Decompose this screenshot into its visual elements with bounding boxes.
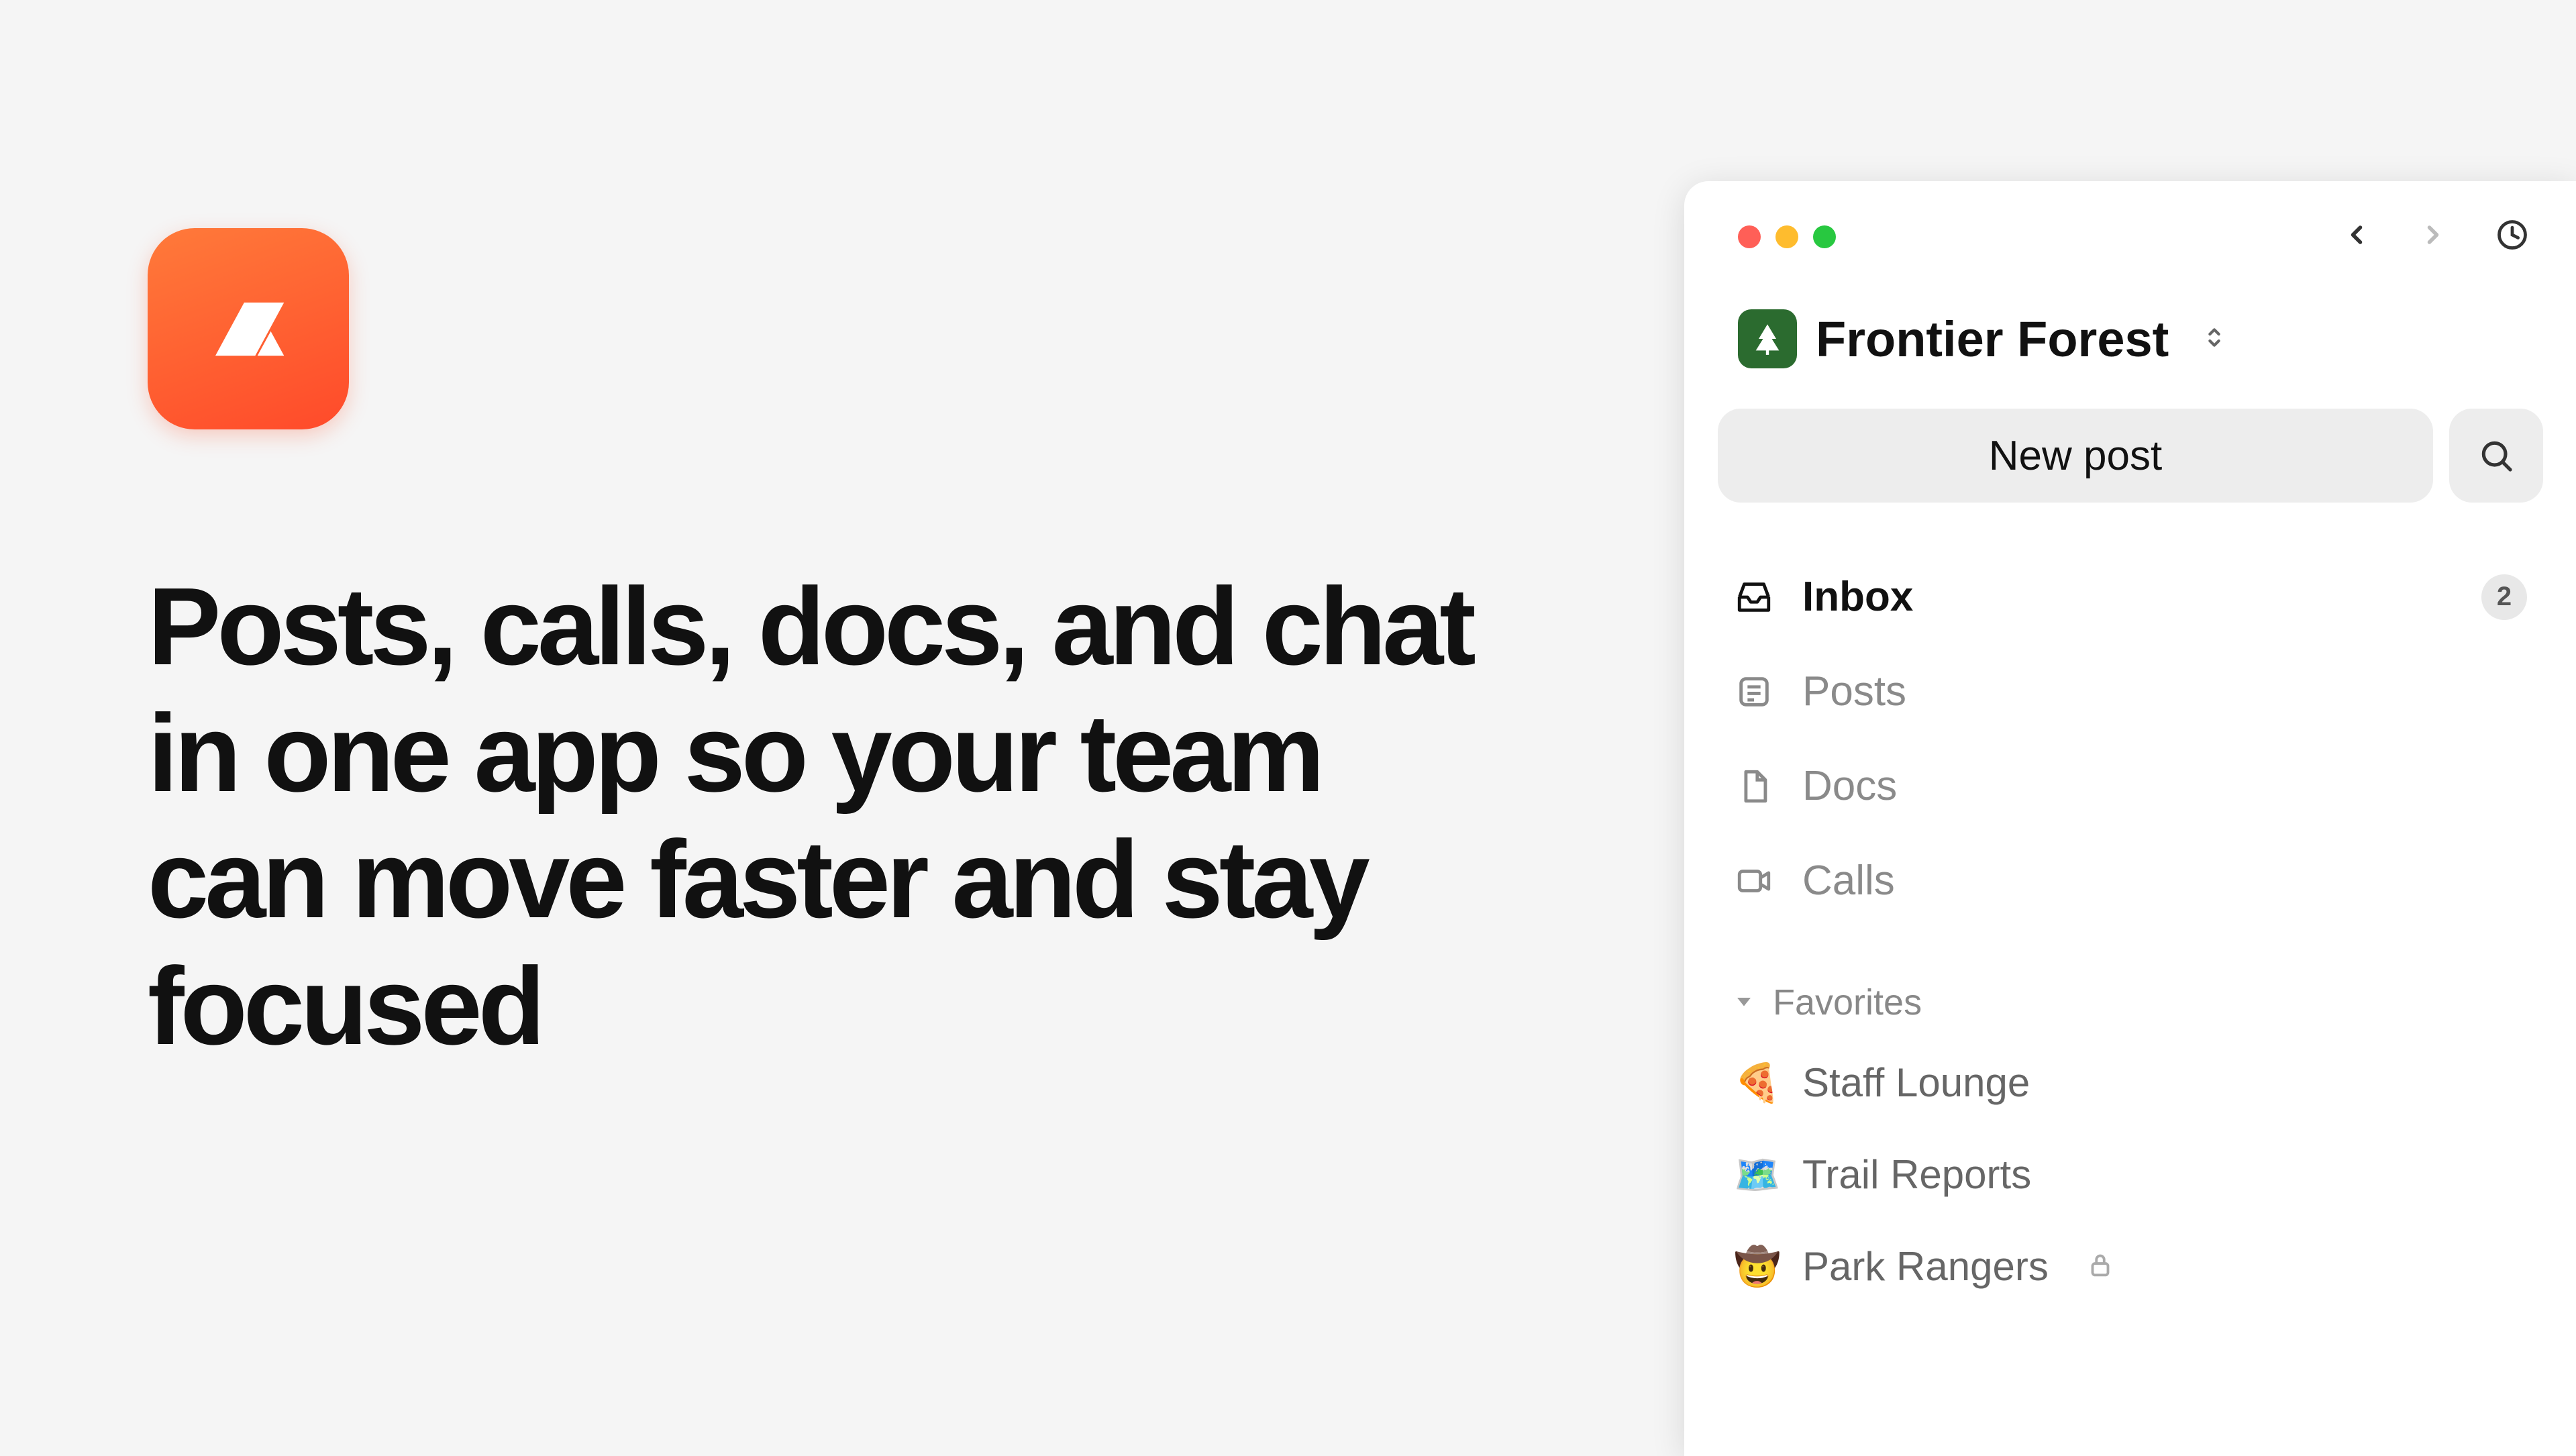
window-close-button[interactable] <box>1738 225 1761 248</box>
search-button[interactable] <box>2449 409 2543 503</box>
window-minimize-button[interactable] <box>1775 225 1798 248</box>
nav-label: Inbox <box>1802 573 1913 621</box>
favorite-label: Trail Reports <box>1802 1151 2031 1198</box>
section-caret <box>1734 991 1754 1015</box>
nav-item-docs[interactable]: Docs <box>1718 739 2543 833</box>
inbox-icon <box>1734 577 1774 617</box>
nav-label: Calls <box>1802 857 1895 904</box>
app-logo <box>148 228 349 429</box>
nav-label: Posts <box>1802 668 1906 715</box>
app-window: Frontier Forest New post Inbox 2 <box>1684 181 2576 1456</box>
nav-item-posts[interactable]: Posts <box>1718 644 2543 739</box>
posts-icon <box>1734 672 1774 712</box>
new-post-button[interactable]: New post <box>1718 409 2433 503</box>
nav-label: Docs <box>1802 762 1897 810</box>
clock-icon <box>2495 217 2530 252</box>
favorite-emoji: 🗺️ <box>1734 1153 1774 1197</box>
favorite-item-trail-reports[interactable]: 🗺️ Trail Reports <box>1718 1129 2543 1220</box>
workspace-name: Frontier Forest <box>1816 311 2169 368</box>
nav-back-button[interactable] <box>2342 220 2371 253</box>
favorite-emoji: 🍕 <box>1734 1061 1774 1105</box>
history-button[interactable] <box>2495 217 2530 256</box>
docs-icon <box>1734 766 1774 807</box>
window-zoom-button[interactable] <box>1813 225 1836 248</box>
traffic-lights <box>1738 225 1836 248</box>
window-titlebar <box>1684 217 2576 256</box>
workspace-icon <box>1738 309 1797 368</box>
lock-icon <box>2085 1249 2116 1284</box>
workspace-caret <box>2201 324 2228 354</box>
section-title: Favorites <box>1773 982 1922 1023</box>
caret-down-icon <box>1734 991 1754 1011</box>
nav-item-inbox[interactable]: Inbox 2 <box>1718 550 2543 644</box>
favorite-label: Park Rangers <box>1802 1243 2049 1290</box>
favorite-label: Staff Lounge <box>1802 1059 2030 1106</box>
favorite-item-park-rangers[interactable]: 🤠 Park Rangers <box>1718 1220 2543 1312</box>
favorite-item-staff-lounge[interactable]: 🍕 Staff Lounge <box>1718 1037 2543 1129</box>
tree-icon <box>1750 321 1785 356</box>
chevron-up-down-icon <box>2201 324 2228 351</box>
favorites-section-header[interactable]: Favorites <box>1684 982 2576 1023</box>
favorite-emoji: 🤠 <box>1734 1245 1774 1289</box>
app-logo-glyph <box>193 274 304 384</box>
workspace-switcher[interactable]: Frontier Forest <box>1684 309 2576 368</box>
chevron-right-icon <box>2418 220 2448 250</box>
nav-forward-button[interactable] <box>2418 220 2448 253</box>
calls-icon <box>1734 861 1774 901</box>
inbox-badge: 2 <box>2481 574 2527 620</box>
hero-headline: Posts, calls, docs, and chat in one app … <box>148 564 1523 1070</box>
nav-item-calls[interactable]: Calls <box>1718 833 2543 928</box>
chevron-left-icon <box>2342 220 2371 250</box>
search-icon <box>2477 437 2515 474</box>
